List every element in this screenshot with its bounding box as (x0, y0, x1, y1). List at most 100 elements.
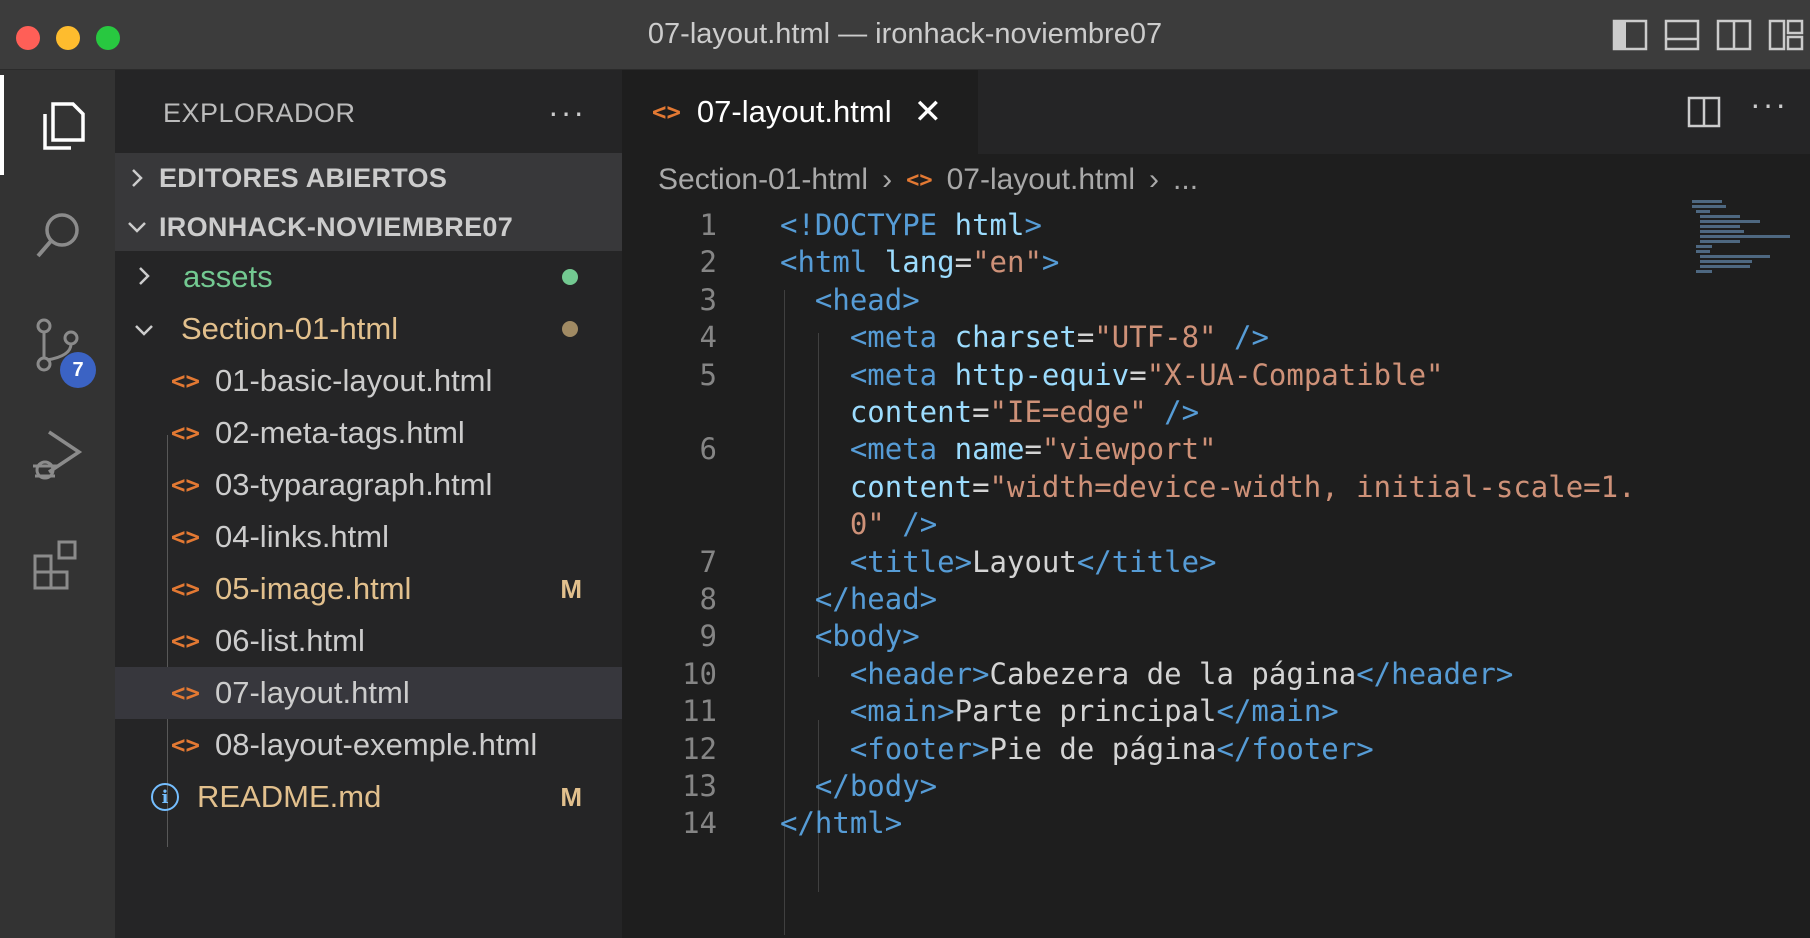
code-token: content (849, 395, 973, 429)
tree-file-03-typaragraph[interactable]: <> 03-typaragraph.html (115, 459, 622, 511)
explorer-more-actions-button[interactable]: ··· (548, 94, 586, 131)
breadcrumb-file[interactable]: 07-layout.html (947, 163, 1135, 197)
code-token: Parte principal (954, 694, 1217, 729)
code-token: Pie de página (989, 731, 1217, 766)
explorer-icon[interactable] (0, 75, 115, 175)
breadcrumb-symbol[interactable]: ... (1173, 163, 1198, 197)
tree-folder-section-01-html[interactable]: Section-01-html (115, 303, 622, 355)
code-token: 0" (849, 507, 885, 542)
split-editor-icon[interactable] (1686, 94, 1722, 130)
breadcrumb: Section-01-html › <> 07-layout.html › ..… (658, 156, 1198, 204)
tree-file-08-layout-exemple[interactable]: <> 08-layout-exemple.html (115, 719, 622, 771)
source-control-badge: 7 (60, 352, 96, 388)
tree-file-01-basic-layout[interactable]: <> 01-basic-layout.html (115, 355, 622, 407)
code-token: "viewport" (1041, 432, 1217, 467)
code-token: <head> (814, 282, 920, 317)
code-token: "IE=edge" (989, 395, 1147, 429)
tree-item-label: assets (183, 259, 273, 294)
code-token: = (972, 395, 990, 429)
code-line[interactable]: 14 </html> (622, 802, 1662, 845)
editor-more-actions-button[interactable]: ··· (1750, 86, 1788, 123)
line-number: 14 (682, 806, 717, 841)
close-icon[interactable]: ✕ (914, 92, 943, 132)
workspace-section[interactable]: IRONHACK-NOVIEMBRE07 (115, 203, 622, 251)
title-bar: 07-layout.html — ironhack-noviembre07 (0, 0, 1810, 70)
code-token: <html (780, 245, 885, 280)
code-token: </footer> (1216, 731, 1374, 766)
tree-folder-assets[interactable]: assets (115, 251, 622, 303)
html-file-icon: <> (171, 679, 200, 707)
tab-label: 07-layout.html (696, 94, 892, 129)
open-editors-section[interactable]: EDITORES ABIERTOS (115, 153, 622, 203)
html-file-icon: <> (171, 627, 200, 655)
explorer-title: EXPLORADOR (163, 98, 356, 128)
tab-07-layout[interactable]: <> 07-layout.html ✕ (622, 70, 978, 154)
source-control-icon[interactable]: 7 (0, 295, 115, 395)
html-file-icon: <> (171, 575, 200, 603)
code-token: </head> (814, 582, 938, 616)
code-token: /> (1164, 395, 1200, 429)
code-token: = (972, 469, 990, 504)
tree-item-label: README.md (197, 779, 382, 814)
window-title: 07-layout.html — ironhack-noviembre07 (647, 18, 1163, 50)
minimap[interactable] (1680, 200, 1790, 280)
code-token: <header> (849, 656, 990, 691)
tree-file-06-list[interactable]: <> 06-list.html (115, 615, 622, 667)
explorer-sidebar: EXPLORADOR ··· EDITORES ABIERTOS IRONHAC… (115, 70, 622, 938)
code-token: http-equiv (954, 357, 1130, 392)
code-token: content (849, 469, 973, 504)
html-file-icon: <> (171, 471, 200, 499)
toggle-panel-icon[interactable] (1664, 18, 1700, 52)
customize-layout-icon[interactable] (1768, 18, 1804, 52)
code-token: charset (954, 320, 1077, 355)
tree-file-02-meta-tags[interactable]: <> 02-meta-tags.html (115, 407, 622, 459)
tree-file-05-image[interactable]: <> 05-image.html M (115, 563, 622, 615)
code-token: <footer> (849, 731, 990, 766)
chevron-down-icon (115, 218, 159, 236)
code-token: "en" (972, 245, 1042, 280)
code-token: <!DOCTYPE (780, 208, 955, 242)
chevron-right-icon: › (882, 163, 893, 196)
tree-item-label: 08-layout-exemple.html (215, 727, 538, 762)
editor-tab-bar: <> 07-layout.html ✕ ··· (622, 70, 1810, 154)
html-file-icon: <> (171, 419, 200, 447)
code-token: "UTF-8" (1094, 320, 1217, 355)
code-token: <title> (849, 544, 973, 579)
run-debug-icon[interactable] (0, 405, 115, 505)
toggle-primary-sidebar-icon[interactable] (1612, 18, 1648, 52)
modified-badge: M (560, 781, 582, 812)
workspace-label: IRONHACK-NOVIEMBRE07 (159, 211, 514, 242)
toggle-secondary-sidebar-icon[interactable] (1716, 18, 1752, 52)
explorer-header: EXPLORADOR ··· (115, 70, 622, 153)
tree-file-readme[interactable]: i README.md M (115, 771, 622, 823)
tree-file-07-layout[interactable]: <> 07-layout.html (115, 667, 622, 719)
tree-item-label: 07-layout.html (215, 675, 410, 710)
code-token: "width=device-width, initial-scale=1. (989, 469, 1636, 504)
status-dot (562, 321, 578, 337)
extensions-icon[interactable] (0, 515, 115, 615)
search-icon[interactable] (0, 185, 115, 285)
code-token: > (1024, 208, 1042, 242)
code-token: "X-UA-Compatible" (1146, 357, 1444, 392)
code-token: <body> (814, 619, 920, 654)
code-token: </html> (780, 806, 903, 841)
tree-file-04-links[interactable]: <> 04-links.html (115, 511, 622, 563)
activity-bar: 7 (0, 70, 115, 938)
code-editor[interactable]: 1 <!DOCTYPE html> 2 <html lang="en"> 3 <head… (622, 204, 1810, 938)
html-file-icon: <> (906, 167, 933, 193)
code-token: </main> (1216, 694, 1339, 729)
code-token: </title> (1076, 544, 1217, 579)
code-token: html (954, 208, 1025, 242)
code-token: = (1129, 357, 1147, 392)
breadcrumb-folder[interactable]: Section-01-html (658, 163, 868, 197)
code-token: = (1076, 320, 1095, 355)
